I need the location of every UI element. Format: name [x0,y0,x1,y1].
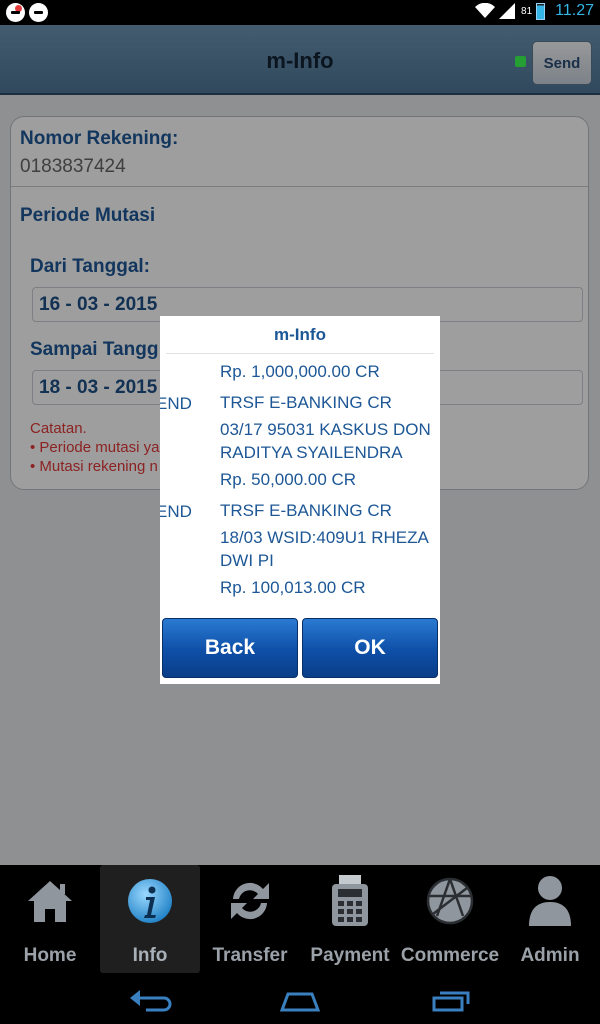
system-navigation-bar [0,976,600,1024]
tab-commerce-label: Commerce [400,945,500,966]
signal-icon [499,3,516,19]
recent-apps-icon[interactable] [430,986,474,1014]
tab-commerce[interactable]: Commerce [400,865,500,976]
payment-icon [324,873,376,929]
message-notification-icon [29,3,48,22]
commerce-icon [424,873,476,929]
status-indicators: 81 11.27 [475,2,594,20]
tab-admin[interactable]: Admin [500,865,600,976]
transaction-amount: Rp. 1,000,000.00 CR [220,362,380,381]
transfer-icon [224,873,276,929]
transaction-amount: Rp. 100,013.00 CR [220,578,366,597]
tab-home-label: Home [23,945,77,966]
tab-payment-label: Payment [310,945,390,966]
battery-percent: 81 [521,5,533,17]
home-nav-icon[interactable] [278,986,322,1014]
bottom-tab-bar: Home Info Transfer Payment Commerce Admi… [0,865,600,976]
transaction-detail: RADITYA SYAILENDRA [220,443,403,462]
clock: 11.27 [555,2,594,19]
tab-admin-label: Admin [520,945,580,966]
dialog-divider [166,353,434,354]
transaction-description: TRSF E-BANKING CR [220,393,392,412]
transaction-type-fragment: END [160,502,192,521]
ok-button[interactable]: OK [302,618,438,678]
wifi-icon [475,3,496,18]
transaction-type-fragment: END [160,394,192,413]
transaction-detail: DWI PI [220,551,274,570]
tab-payment[interactable]: Payment [300,865,400,976]
info-icon [124,873,176,929]
back-nav-icon[interactable] [128,986,172,1014]
transaction-detail: 03/17 95031 KASKUS DON [220,420,431,439]
tab-info[interactable]: Info [100,865,200,973]
notification-icons [6,3,48,22]
back-button[interactable]: Back [162,618,298,678]
admin-icon [524,873,576,929]
home-icon [24,873,76,929]
tab-home[interactable]: Home [0,865,100,976]
dialog-title: m-Info [274,325,326,344]
transaction-amount: Rp. 50,000.00 CR [220,470,357,489]
mutation-result-dialog: m-Info Rp. 1,000,000.00 CR END TRSF E-BA… [160,316,440,684]
tab-transfer-label: Transfer [212,945,288,966]
transaction-description: TRSF E-BANKING CR [220,501,392,520]
battery-icon [536,2,546,20]
status-bar: 81 11.27 [0,0,600,25]
chat-notification-icon [6,3,25,22]
transaction-detail: 18/03 WSID:409U1 RHEZA [220,528,429,547]
tab-info-label: Info [132,945,168,966]
tab-transfer[interactable]: Transfer [200,865,300,976]
